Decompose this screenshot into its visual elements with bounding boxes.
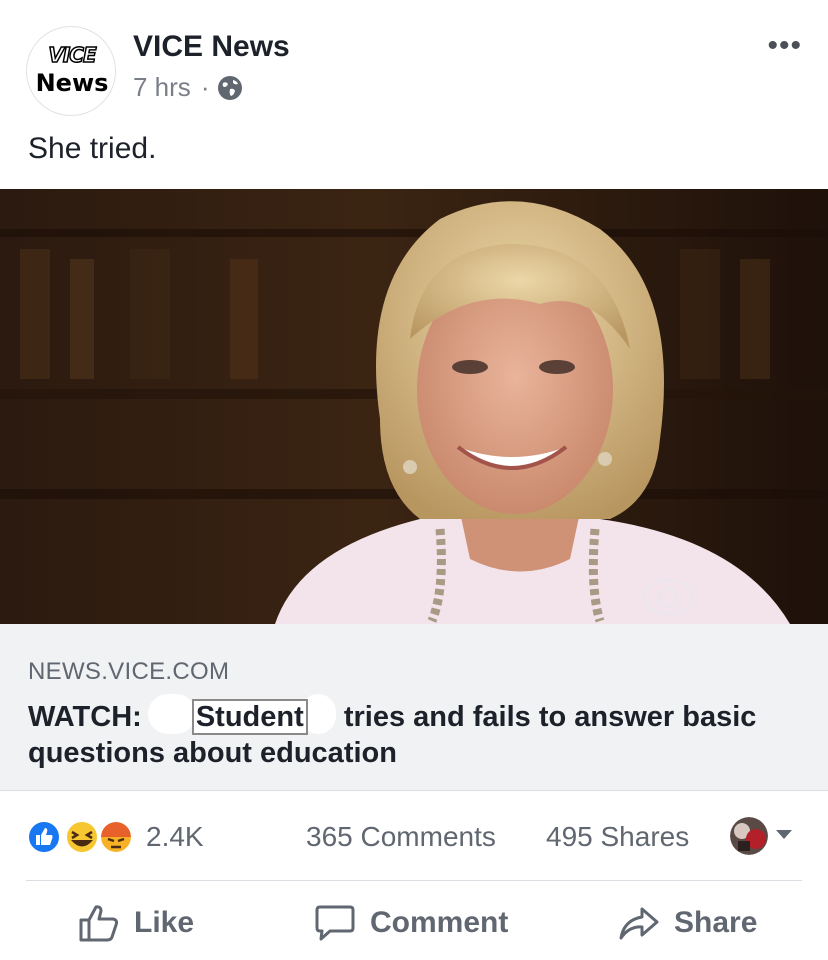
share-arrow-icon <box>619 907 659 940</box>
more-options-button[interactable]: ••• <box>767 31 802 61</box>
thumbs-up-icon <box>79 905 119 942</box>
haha-reaction-icon <box>65 820 99 854</box>
like-button[interactable]: Like <box>78 903 194 943</box>
reaction-count[interactable]: 2.4K <box>146 821 204 853</box>
like-reaction-icon <box>27 820 61 854</box>
link-title-prefix: WATCH: <box>28 701 142 733</box>
comment-button[interactable]: Comment <box>314 903 508 943</box>
post-time[interactable]: 7 hrs <box>133 72 191 103</box>
action-bar: Like Comment Share <box>0 881 828 960</box>
comment-icon <box>315 905 355 941</box>
link-domain: NEWS.VICE.COM <box>28 658 230 685</box>
redaction-mark <box>147 694 196 734</box>
link-title-boxed-word: Student <box>191 699 308 735</box>
page-avatar[interactable]: VICE News <box>26 26 116 116</box>
like-label: Like <box>134 906 195 939</box>
page-name-link[interactable]: VICE News <box>133 30 290 64</box>
post-image[interactable] <box>0 189 828 624</box>
post-meta: 7 hrs · <box>133 72 243 103</box>
post-stats: 2.4K 365 Comments 495 Shares <box>0 792 828 880</box>
meta-separator: · <box>200 72 210 102</box>
interview-photo <box>0 189 828 624</box>
post-caption: She tried. <box>28 132 157 165</box>
comments-count-link[interactable]: 365 Comments <box>306 821 496 853</box>
vice-logo-text: VICE <box>48 43 98 67</box>
share-button[interactable]: Share <box>618 903 757 943</box>
reaction-icons[interactable] <box>26 819 136 855</box>
link-title[interactable]: WATCH: Student tries and fails to answer … <box>28 694 808 771</box>
shares-count-link[interactable]: 495 Shares <box>546 821 689 853</box>
post-header: VICE News VICE News 7 hrs · ••• <box>0 0 828 120</box>
commenter-avatar[interactable] <box>730 817 768 855</box>
news-logo-text: News <box>35 69 109 97</box>
link-preview[interactable]: NEWS.VICE.COM WATCH: Student tries and fa… <box>0 624 828 791</box>
chevron-down-icon[interactable] <box>776 830 792 839</box>
angry-reaction-icon <box>99 820 133 854</box>
comment-label: Comment <box>370 906 509 939</box>
globe-icon <box>218 75 243 100</box>
share-label: Share <box>674 906 758 939</box>
